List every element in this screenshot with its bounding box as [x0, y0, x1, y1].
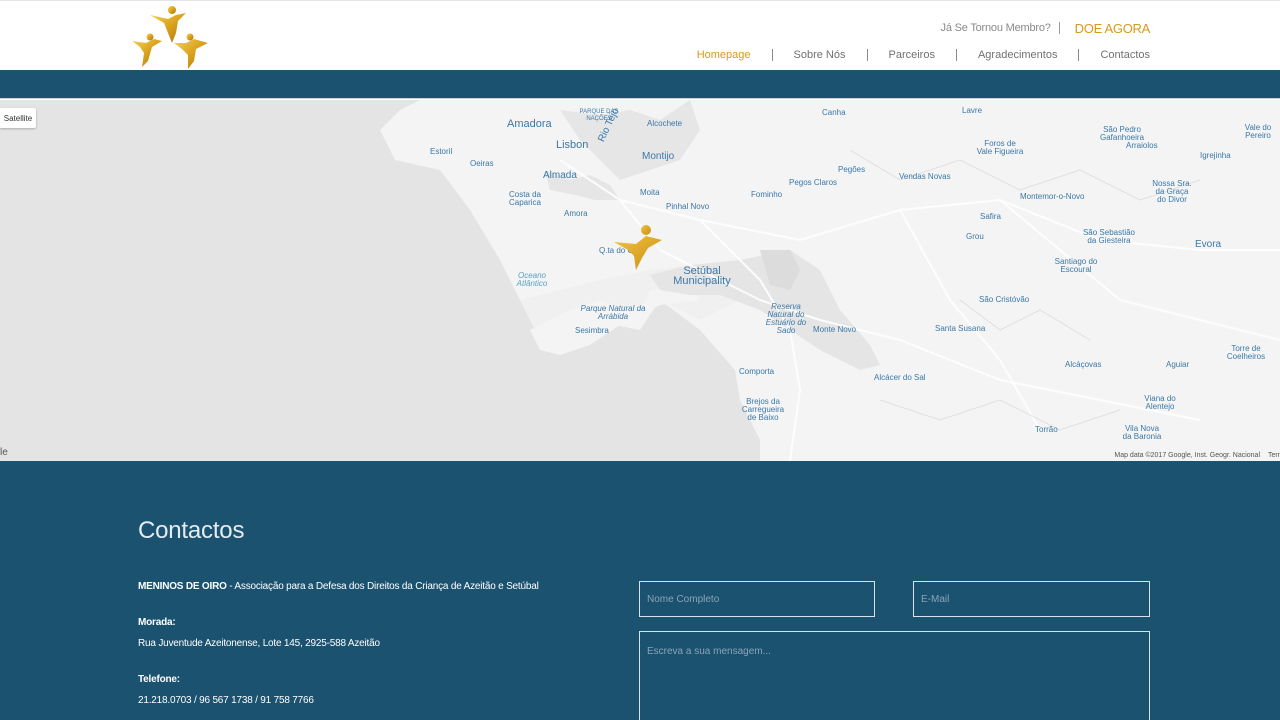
map-label: Alcáçovas [1065, 360, 1102, 369]
map-label: Sesimbra [575, 326, 609, 335]
phone-label: Telefone: [138, 674, 180, 685]
map-label: Costa da Caparica [508, 190, 542, 207]
map-label: Igrejinha [1200, 151, 1231, 160]
map-label: Vila Nova da Baronia [1122, 424, 1162, 441]
map-label: Pinhal Novo [666, 202, 710, 211]
map-label: Brejos da Carregueira de Baixo [741, 397, 785, 422]
satellite-button[interactable]: Satellite [0, 108, 36, 128]
map-label: Estoril [430, 147, 453, 156]
map-label: Santiago do Escoural [1054, 257, 1098, 274]
site-header: Já Se Tornou Membro? DOE AGORA Homepage … [0, 0, 1280, 70]
map-label: Alcácer do Sal [874, 373, 926, 382]
map-terms-link[interactable]: Terms [1268, 452, 1280, 459]
nav-homepage[interactable]: Homepage [697, 49, 751, 61]
map-label: Monte Novo [813, 325, 857, 334]
map-label: São Pedro Gafanhoeira [1099, 125, 1145, 142]
map-label: Almada [543, 170, 577, 181]
map-label: Comporta [739, 367, 775, 376]
map-label: Lavre [962, 106, 983, 115]
org-name: MENINOS DE OIRO [138, 581, 227, 592]
phone-value: 21.218.0703 / 96 567 1738 / 91 758 7766 [138, 695, 314, 706]
nav-agradecimentos[interactable]: Agradecimentos [978, 49, 1058, 61]
google-logo[interactable]: le [0, 447, 8, 458]
map-label: Reserva Natural do Estuário do Sado [765, 302, 807, 335]
map-label: Alcochete [647, 119, 683, 128]
map-label: Pegos Claros [789, 178, 838, 187]
map-label: Viana do Alentejo [1144, 394, 1176, 411]
map-label: Parque Natural da Arrábida [580, 304, 646, 321]
contact-title: Contactos [138, 517, 245, 544]
map-marker-icon[interactable] [612, 222, 664, 272]
email-input[interactable] [913, 581, 1150, 617]
google-map[interactable]: Satellite Amadora PARQUE DAS NAÇÕES Alco… [0, 100, 1280, 461]
map-label: Arraiolos [1126, 141, 1158, 150]
map-label: Safira [980, 212, 1001, 221]
map-label: Moita [640, 188, 660, 197]
map-label: Fominho [751, 190, 783, 199]
map-label: Canha [822, 108, 846, 117]
top-links: Já Se Tornou Membro? DOE AGORA [941, 19, 1151, 36]
message-textarea[interactable] [639, 631, 1150, 720]
map-label-ocean: Oceano Atlântico [516, 271, 548, 288]
map-label: Nossa Sra. da Graça do Divor [1152, 179, 1192, 204]
nav-divider [1078, 49, 1080, 61]
map-label-lisbon: Lisbon [556, 139, 589, 151]
nav-divider [771, 49, 773, 61]
map-terrain [0, 100, 1280, 461]
map-label: Vale do Pereiro [1244, 123, 1272, 140]
nav-contactos[interactable]: Contactos [1100, 49, 1150, 61]
map-label: Torre de Coelheiros [1226, 344, 1266, 361]
contact-section: Contactos MENINOS DE OIRO - Associação p… [0, 461, 1280, 720]
map-label: Torrão [1035, 425, 1058, 434]
org-desc: - Associação para a Defesa dos Direitos … [226, 581, 539, 592]
map-label: Grou [966, 232, 984, 241]
map-label: São Cristóvão [979, 295, 1030, 304]
org-description: MENINOS DE OIRO - Associação para a Defe… [138, 581, 539, 592]
map-label: Oeiras [470, 159, 494, 168]
map-label: Vendas Novas [899, 172, 951, 181]
main-nav: Homepage Sobre Nós Parceiros Agradecimen… [697, 49, 1150, 61]
map-label: Montijo [642, 151, 675, 162]
map-label: São Sebastião da Giesteira [1082, 228, 1136, 245]
map-label: Foros de Vale Figueira [976, 139, 1024, 156]
meninos-de-oiro-logo[interactable] [128, 3, 212, 69]
member-link[interactable]: Já Se Tornou Membro? [941, 22, 1051, 34]
name-input[interactable] [639, 581, 875, 617]
map-label: Amadora [507, 118, 552, 130]
map-label: Montemor-o-Novo [1020, 192, 1085, 201]
map-label: Evora [1195, 239, 1222, 250]
map-label: Amora [564, 209, 588, 218]
address-label: Morada: [138, 617, 176, 628]
header-strip [0, 70, 1280, 99]
nav-sobre-nos[interactable]: Sobre Nós [794, 49, 846, 61]
donate-link[interactable]: DOE AGORA [1075, 21, 1151, 36]
nav-parceiros[interactable]: Parceiros [889, 49, 935, 61]
map-label-setubal: Setúbal Municipality [673, 265, 731, 287]
nav-divider [955, 49, 957, 61]
address-value: Rua Juventude Azeitonense, Lote 145, 292… [138, 638, 380, 649]
map-label: Pegões [838, 165, 866, 174]
nav-divider [866, 49, 868, 61]
divider [1058, 21, 1060, 34]
map-label: Aguiar [1166, 360, 1190, 369]
map-attribution: Map data ©2017 Google, Inst. Geogr. Naci… [1114, 452, 1260, 459]
map-label: Santa Susana [935, 324, 986, 333]
